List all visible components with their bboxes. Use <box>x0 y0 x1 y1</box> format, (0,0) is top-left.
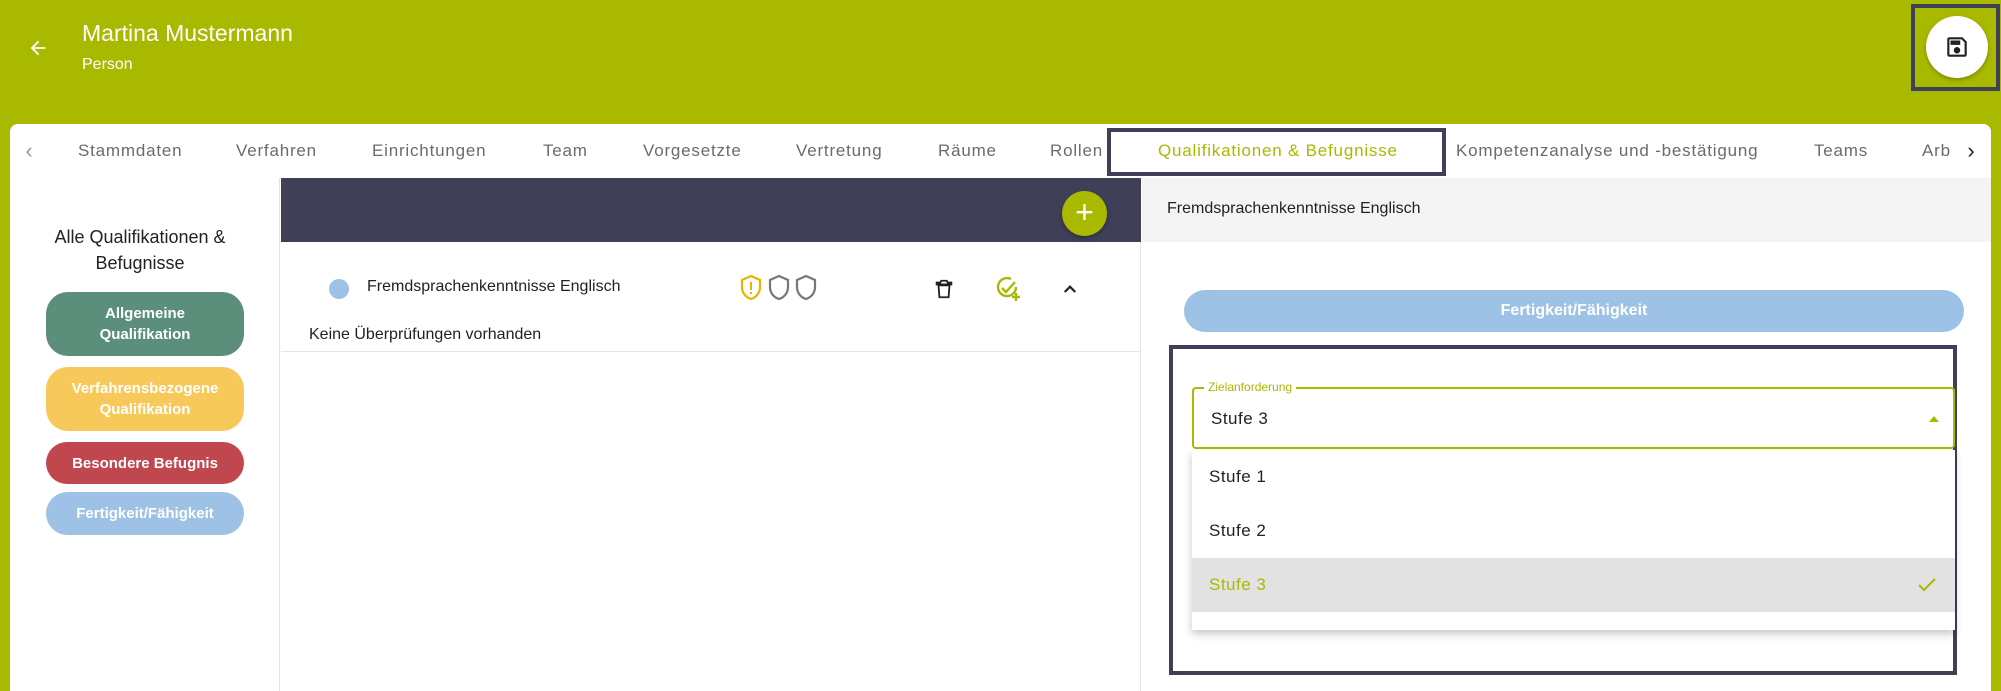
chevron-up-icon <box>1063 285 1077 293</box>
category-sidebar: Alle Qualifikationen & Befugnisse Allgem… <box>10 178 280 691</box>
delete-button[interactable] <box>929 274 959 304</box>
zielanforderung-select[interactable]: Zielanforderung Stufe 3 <box>1192 380 1955 449</box>
category-verfahrensbezogene-qualifikation[interactable]: Verfahrensbezogene Qualifikation <box>46 367 244 431</box>
tab-teams[interactable]: Teams <box>1814 124 1868 178</box>
add-qualification-button[interactable]: + <box>1062 191 1107 236</box>
detail-category-badge: Fertigkeit/Fähigkeit <box>1184 290 1964 332</box>
add-review-button[interactable] <box>993 274 1023 304</box>
tab-verfahren[interactable]: Verfahren <box>236 124 317 178</box>
category-dot <box>329 279 349 299</box>
tab-team[interactable]: Team <box>543 124 588 178</box>
tab-stammdaten[interactable]: Stammdaten <box>78 124 182 178</box>
active-tab-highlight <box>1107 128 1446 176</box>
top-bar: Martina Mustermann Person <box>0 0 2001 124</box>
tab-vorgesetzte[interactable]: Vorgesetzte <box>643 124 742 178</box>
collapse-button[interactable] <box>1055 274 1085 304</box>
plus-icon: + <box>1075 194 1094 230</box>
detail-panel: Fremdsprachenkenntnisse Englisch Fertigk… <box>1142 178 1991 691</box>
tab-raeume[interactable]: Räume <box>938 124 997 178</box>
qualification-list: + Fremdsprachenkenntnisse Englisch Keine… <box>281 178 1141 691</box>
dropdown-menu: Stufe 1 Stufe 2 Stufe 3 <box>1192 450 1955 630</box>
category-besondere-befugnis[interactable]: Besondere Befugnis <box>46 442 244 484</box>
tab-vertretung[interactable]: Vertretung <box>796 124 882 178</box>
tab-arb[interactable]: Arb <box>1922 124 1951 178</box>
page-subtitle: Person <box>82 56 133 73</box>
trash-icon <box>935 279 953 299</box>
tab-kompetenzanalyse[interactable]: Kompetenzanalyse und -bestätigung <box>1456 124 1758 178</box>
category-allgemeine-qualifikation[interactable]: Allgemeine Qualifikation <box>46 292 244 356</box>
list-item[interactable]: Fremdsprachenkenntnisse Englisch Keine Ü… <box>281 242 1141 352</box>
option-stufe-3[interactable]: Stufe 3 <box>1192 558 1955 612</box>
tab-scroll-left-button[interactable]: ‹ <box>14 124 44 178</box>
no-reviews-message: Keine Überprüfungen vorhanden <box>309 326 542 343</box>
content-card: ‹ Stammdaten Verfahren Einrichtungen Tea… <box>10 124 1991 691</box>
shield-icon <box>795 274 817 301</box>
category-fertigkeit-faehigkeit[interactable]: Fertigkeit/Fähigkeit <box>46 492 244 535</box>
list-header: + <box>281 178 1141 242</box>
detail-title: Fremdsprachenkenntnisse Englisch <box>1167 200 1421 217</box>
option-stufe-2[interactable]: Stufe 2 <box>1192 504 1955 558</box>
check-icon <box>1917 558 1937 612</box>
option-stufe-1[interactable]: Stufe 1 <box>1192 450 1955 504</box>
detail-header: Fremdsprachenkenntnisse Englisch <box>1142 178 1991 242</box>
save-icon <box>1947 37 1967 57</box>
zielanforderung-label: Zielanforderung <box>1204 380 1297 394</box>
shield-alert-icon <box>740 274 762 301</box>
zielanforderung-value: Stufe 3 <box>1211 409 1269 428</box>
check-add-icon <box>996 276 1020 301</box>
page-title: Martina Mustermann <box>82 20 293 46</box>
tab-bar: ‹ Stammdaten Verfahren Einrichtungen Tea… <box>10 124 1991 178</box>
sidebar-heading: Alle Qualifikationen & Befugnisse <box>54 227 226 273</box>
arrow-left-icon <box>30 40 46 56</box>
tab-rollen[interactable]: Rollen <box>1050 124 1103 178</box>
save-button[interactable] <box>1926 16 1988 78</box>
chevron-right-icon: › <box>1967 138 1975 163</box>
tab-einrichtungen[interactable]: Einrichtungen <box>372 124 486 178</box>
caret-up-icon <box>1929 416 1939 422</box>
back-button[interactable] <box>18 28 58 68</box>
qualification-name: Fremdsprachenkenntnisse Englisch <box>367 278 621 295</box>
chevron-left-icon: ‹ <box>25 138 33 163</box>
shield-icon <box>768 274 790 301</box>
tab-scroll-right-button[interactable]: › <box>1956 124 1986 178</box>
